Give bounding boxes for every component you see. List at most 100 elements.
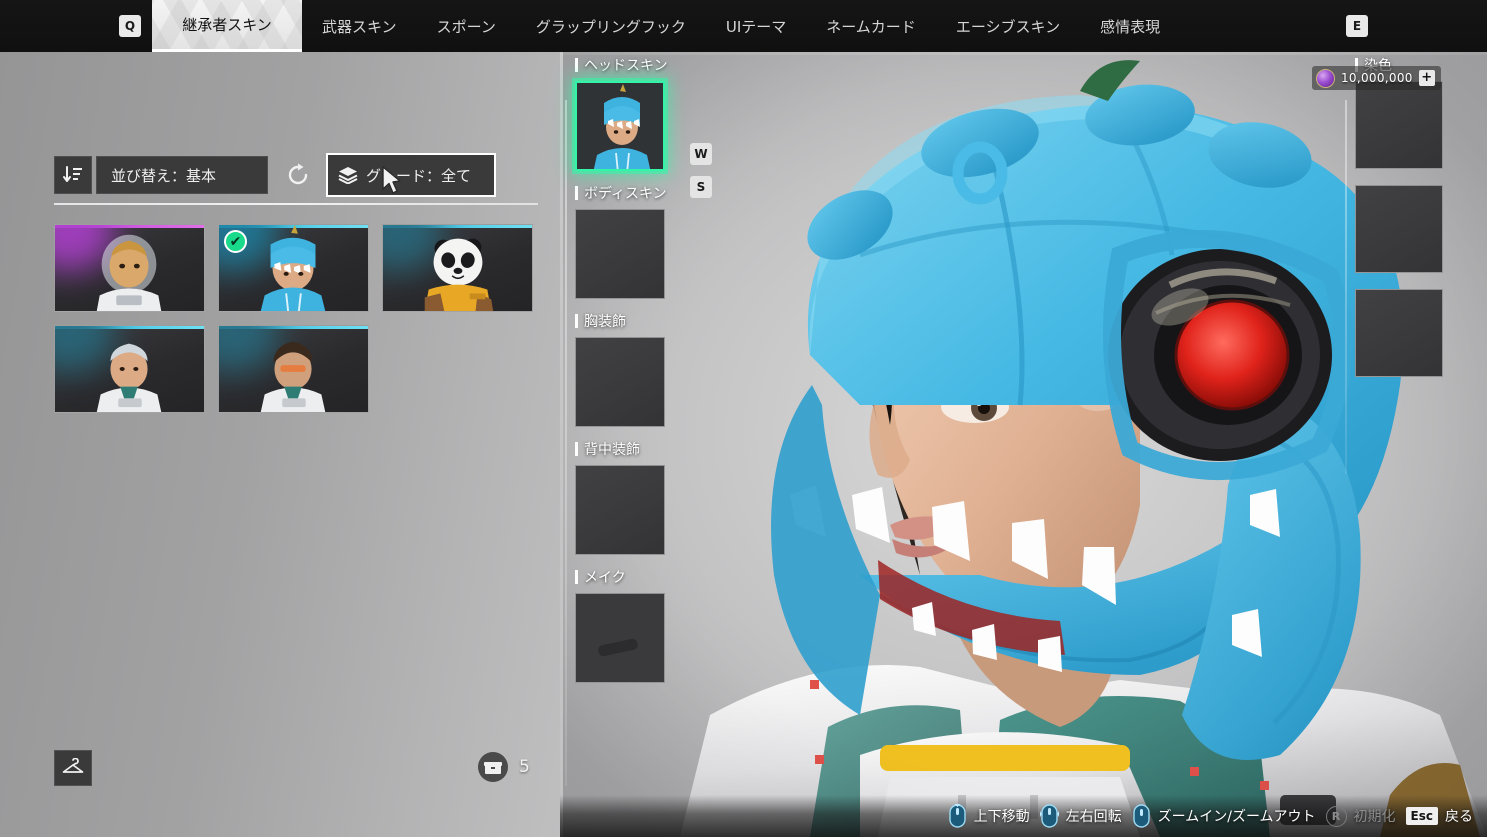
slot-group-body: ボディスキン (575, 183, 685, 299)
makeup-slot-art (576, 594, 664, 682)
tab-inheritor-skin[interactable]: 継承者スキン (152, 0, 302, 52)
skin-thumbnail-grid: ✔ (54, 224, 554, 413)
tab-name-card[interactable]: ネームカード (806, 0, 936, 52)
layers-icon (338, 167, 358, 184)
grade-filter-dropdown[interactable]: グレード：全て (326, 153, 496, 197)
storage-box-icon (478, 752, 508, 782)
tab-ui-theme[interactable]: UIテーマ (706, 0, 806, 52)
hint-move-vertical: 上下移動 (948, 804, 1030, 828)
head-skin-label-row: ヘッドスキン (575, 55, 685, 75)
hint-reset: R 初期化 (1325, 805, 1396, 827)
item-browser-panel: 並び替え：基本 グレード：全て ✔ 5 (0, 52, 563, 837)
sort-direction-button[interactable] (54, 156, 92, 194)
tab-label: スポーン (436, 17, 496, 36)
mouse-vertical-icon (948, 804, 966, 828)
mouse-horizontal-icon (1039, 804, 1059, 828)
back-decoration-label: 背中装飾 (584, 442, 640, 458)
tab-label: 感情表現 (1100, 17, 1161, 36)
makeup-label: メイク (584, 570, 626, 586)
slot-group-makeup: メイク (575, 567, 685, 683)
key-r-icon: R (1325, 805, 1347, 827)
tab-grappling-hook[interactable]: グラップリングフック (516, 0, 706, 52)
currency-amount: 10,000,000 (1341, 71, 1413, 85)
slot-group-head: ヘッドスキン (575, 55, 685, 171)
slot-down-key[interactable]: S (690, 176, 712, 198)
dye-slot-2[interactable] (1355, 185, 1443, 273)
hint-label: 左右回転 (1065, 809, 1122, 825)
makeup-slot[interactable] (575, 593, 665, 683)
makeup-label-row: メイク (575, 567, 685, 587)
sort-descending-icon (63, 166, 82, 182)
wardrobe-preset-button[interactable] (54, 750, 92, 786)
tab-label: ネームカード (826, 17, 916, 36)
storage-box-glyph (484, 762, 502, 774)
prev-category-key[interactable]: Q (119, 15, 141, 37)
hint-label: 上下移動 (973, 809, 1030, 825)
sort-dropdown[interactable]: 並び替え：基本 (96, 156, 268, 194)
thumbnail-art (96, 343, 162, 412)
selected-check-icon: ✔ (224, 230, 247, 253)
skin-thumbnail-panda[interactable] (382, 224, 533, 312)
category-tabs: 継承者スキン 武器スキン スポーン グラップリングフック UIテーマ ネームカー… (152, 0, 1180, 52)
skin-thumbnail-astronaut[interactable] (54, 224, 205, 312)
dye-column: 染色 (1345, 55, 1465, 474)
skin-thumbnail-blue-dino[interactable]: ✔ (218, 224, 369, 312)
skin-thumbnail-dark-hair[interactable] (218, 325, 369, 413)
tab-label: 継承者スキン (182, 16, 272, 34)
thumbnail-art (260, 341, 326, 412)
label-accent-bar (575, 58, 578, 72)
tab-label: 武器スキン (322, 17, 397, 36)
slot-up-key[interactable]: W (690, 143, 712, 165)
mouse-cursor-icon (382, 166, 401, 194)
thumbnail-art (96, 234, 162, 311)
tab-weapon-skin[interactable]: 武器スキン (302, 0, 417, 52)
hint-back[interactable]: Esc 戻る (1405, 806, 1473, 826)
panel-divider (54, 203, 538, 205)
body-skin-label: ボディスキン (584, 186, 667, 202)
dye-slot-1[interactable] (1355, 81, 1443, 169)
tab-label: グラップリングフック (535, 17, 686, 36)
inventory-count: 5 (519, 757, 530, 777)
sort-label: 並び替え：基本 (111, 166, 217, 185)
customization-screen: 並び替え：基本 グレード：全て ✔ 5 Q 継承者スキン 武器スキン スポーン … (0, 0, 1487, 837)
clothes-hanger-icon (62, 758, 84, 773)
top-navigation-bar: Q 継承者スキン 武器スキン スポーン グラップリングフック UIテーマ ネーム… (0, 0, 1487, 52)
hint-label: ズームイン/ズームアウト (1157, 809, 1316, 825)
hint-label: 初期化 (1353, 809, 1396, 825)
body-skin-slot[interactable] (575, 209, 665, 299)
premium-gem-icon (1316, 68, 1335, 88)
tab-spawn[interactable]: スポーン (417, 0, 516, 52)
tab-aesop-skin[interactable]: エーシブスキン (936, 0, 1080, 52)
head-skin-slot-art (577, 83, 663, 169)
back-decoration-label-row: 背中装飾 (575, 439, 685, 459)
head-skin-label: ヘッドスキン (584, 58, 668, 74)
chest-decoration-label-row: 胸装飾 (575, 311, 685, 331)
tab-emote[interactable]: 感情表現 (1080, 0, 1180, 52)
add-currency-button[interactable]: + (1418, 70, 1435, 86)
refresh-icon (288, 163, 308, 185)
back-decoration-slot[interactable] (575, 465, 665, 555)
chest-decoration-label: 胸装飾 (584, 314, 626, 330)
label-accent-bar (575, 186, 578, 200)
equipment-slot-column: ヘッドスキン ボディスキン 胸装飾 背中装飾 メイク (565, 55, 685, 786)
reset-filter-button[interactable] (278, 155, 318, 195)
control-hint-bar: 上下移動 左右回転 ズームイン/ズームアウト R 初期化 Esc 戻る (560, 795, 1487, 837)
label-accent-bar (575, 570, 578, 584)
hint-label: 戻る (1445, 809, 1473, 825)
inventory-counter[interactable]: 5 (478, 752, 530, 782)
currency-display: 10,000,000 + (1312, 66, 1441, 90)
label-accent-bar (575, 314, 578, 328)
chest-decoration-slot[interactable] (575, 337, 665, 427)
mouse-scroll-icon (1132, 804, 1150, 828)
next-category-key[interactable]: E (1346, 15, 1368, 37)
slot-navigation-keys: W S (690, 143, 712, 198)
tab-label: エーシブスキン (955, 17, 1061, 36)
tab-label: UIテーマ (725, 17, 787, 36)
skin-thumbnail-white-hair[interactable] (54, 325, 205, 413)
browser-toolbar: 並び替え：基本 グレード：全て (54, 153, 496, 197)
head-skin-slot[interactable] (575, 81, 665, 171)
slot-group-back: 背中装飾 (575, 439, 685, 555)
label-accent-bar (575, 442, 578, 456)
key-esc-icon: Esc (1405, 807, 1438, 825)
dye-slot-3[interactable] (1355, 289, 1443, 377)
